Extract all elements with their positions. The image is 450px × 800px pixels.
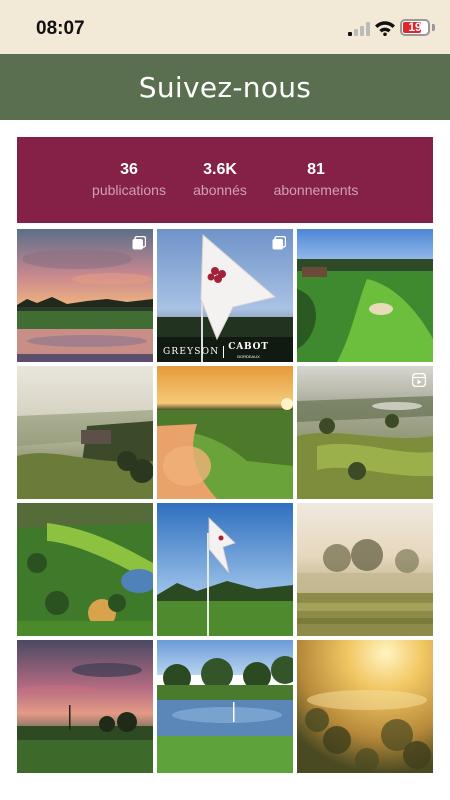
status-bar: 08:07 19 bbox=[0, 0, 450, 54]
battery-tip bbox=[432, 24, 435, 31]
profile-stats: 36 publications 3.6K abonnés 81 abonneme… bbox=[17, 137, 433, 223]
post-tile[interactable] bbox=[297, 503, 433, 636]
brand-greyson: GREYSON bbox=[163, 347, 220, 357]
post-tile[interactable]: GREYSON CABOT BORDEAUX bbox=[157, 229, 293, 362]
post-tile[interactable] bbox=[17, 366, 153, 499]
post-photo bbox=[157, 366, 293, 499]
wifi-icon bbox=[375, 21, 395, 36]
post-photo bbox=[297, 640, 433, 773]
post-tile[interactable] bbox=[157, 366, 293, 499]
stat-publications[interactable]: 36 publications bbox=[89, 160, 169, 199]
post-tile[interactable] bbox=[157, 503, 293, 636]
post-tile[interactable] bbox=[157, 640, 293, 773]
page-title: Suivez-nous bbox=[138, 70, 312, 104]
post-photo bbox=[297, 503, 433, 636]
stat-following[interactable]: 81 abonnements bbox=[270, 160, 362, 199]
battery-icon: 19 bbox=[400, 19, 430, 36]
posts-grid: GREYSON CABOT BORDEAUX bbox=[17, 229, 433, 773]
brand-overlay: GREYSON CABOT BORDEAUX bbox=[163, 343, 287, 361]
post-photo bbox=[157, 503, 293, 636]
post-tile[interactable] bbox=[17, 640, 153, 773]
reel-icon bbox=[412, 373, 426, 387]
status-time: 08:07 bbox=[36, 18, 85, 39]
stat-value: 81 bbox=[307, 161, 325, 178]
brand-cabot-sub: BORDEAUX bbox=[237, 354, 260, 359]
post-tile[interactable] bbox=[17, 229, 153, 362]
post-photo bbox=[157, 640, 293, 773]
battery-percentage: 19 bbox=[408, 20, 422, 34]
post-photo bbox=[17, 640, 153, 773]
brand-cabot-name: CABOT bbox=[228, 342, 269, 352]
post-photo bbox=[17, 366, 153, 499]
stat-label: publications bbox=[92, 182, 166, 198]
stat-value: 36 bbox=[120, 161, 138, 178]
carousel-icon bbox=[132, 236, 146, 250]
cellular-signal-icon bbox=[348, 22, 370, 36]
post-photo bbox=[17, 503, 153, 636]
brand-divider bbox=[223, 346, 225, 358]
stat-value: 3.6K bbox=[203, 161, 237, 178]
stat-followers[interactable]: 3.6K abonnés bbox=[185, 160, 255, 199]
post-photo bbox=[297, 229, 433, 362]
stat-label: abonnés bbox=[193, 182, 247, 198]
header-bar: Suivez-nous bbox=[0, 54, 450, 120]
post-tile[interactable] bbox=[297, 229, 433, 362]
stat-label: abonnements bbox=[273, 182, 359, 198]
post-tile[interactable] bbox=[297, 366, 433, 499]
brand-cabot: CABOT BORDEAUX bbox=[228, 343, 268, 361]
carousel-icon bbox=[272, 236, 286, 250]
post-tile[interactable] bbox=[17, 503, 153, 636]
post-tile[interactable] bbox=[297, 640, 433, 773]
